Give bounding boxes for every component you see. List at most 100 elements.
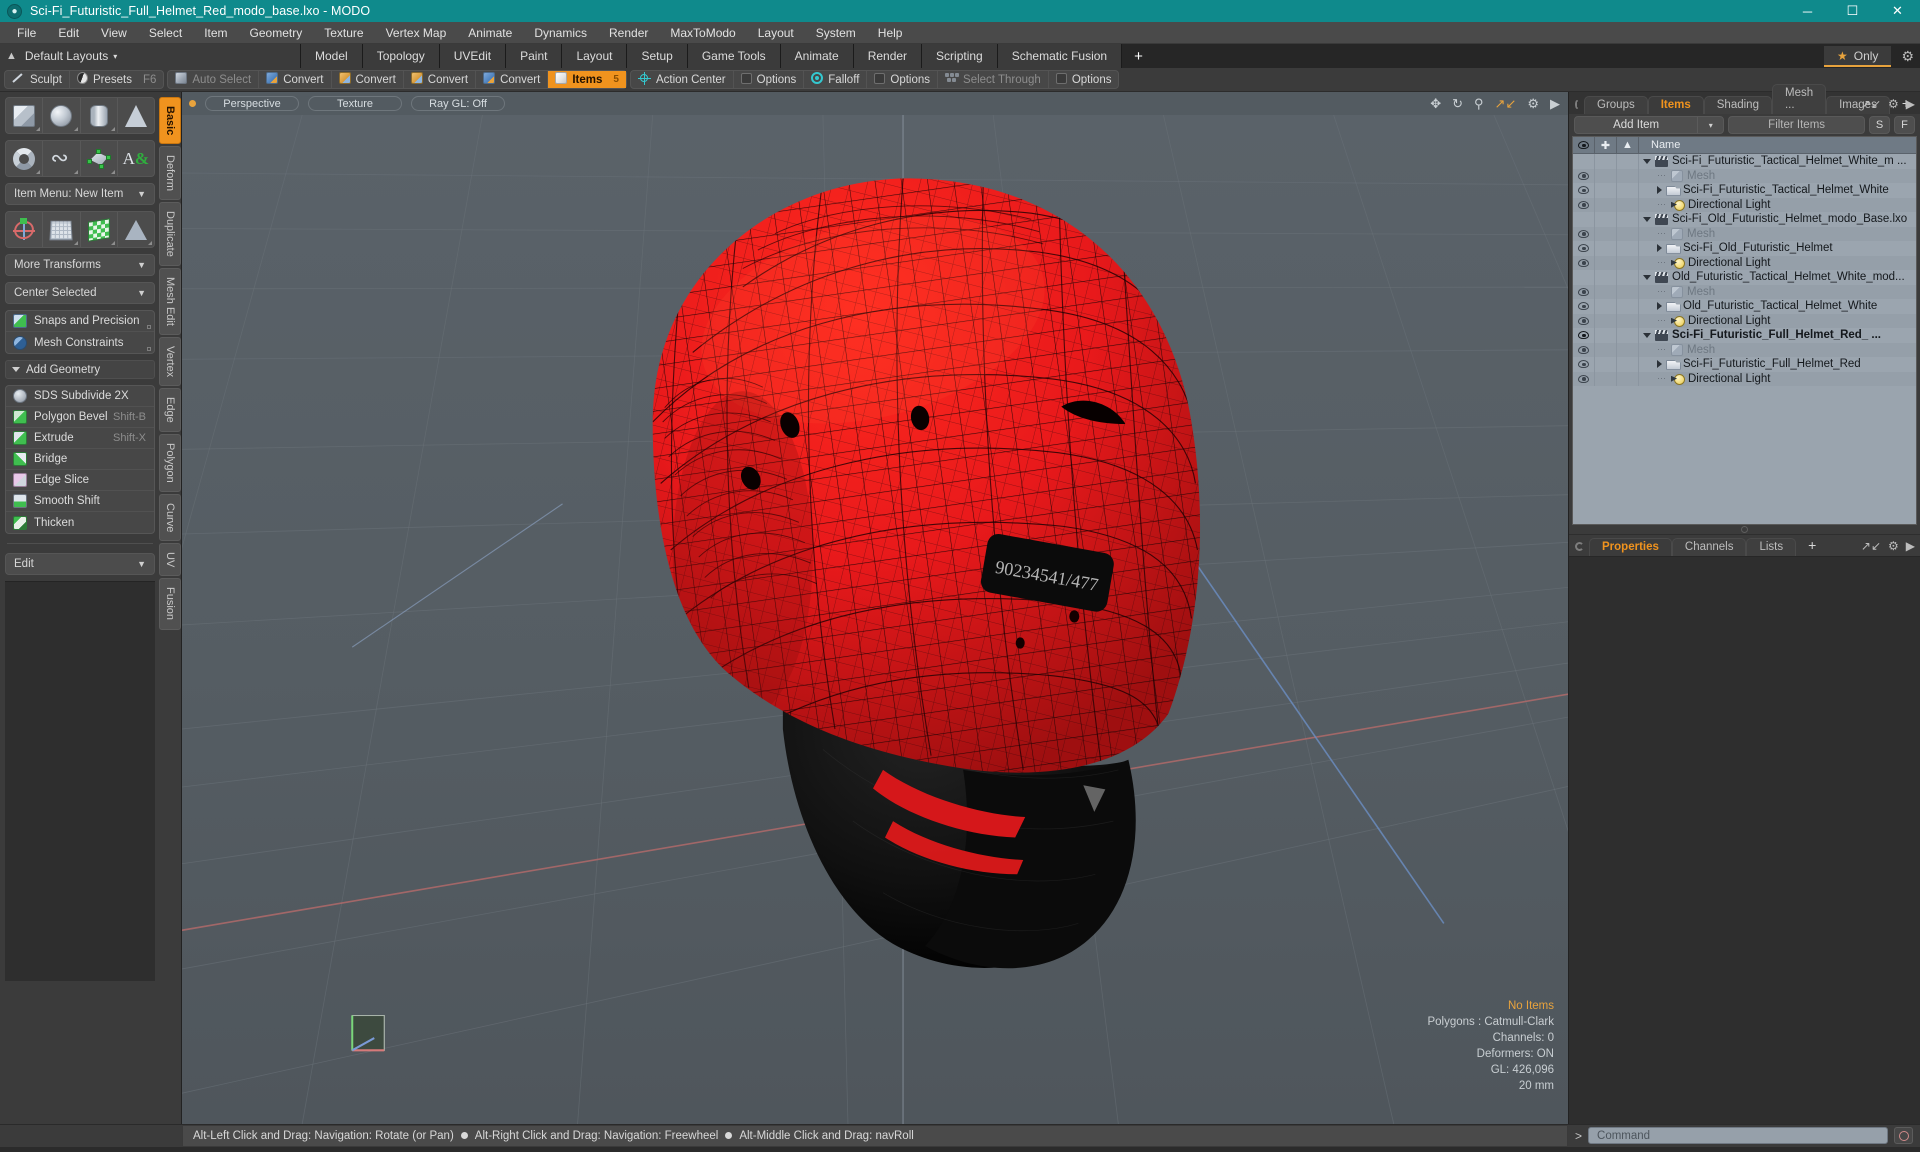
bottom-tab-lists[interactable]: Lists (1746, 538, 1797, 556)
items-tree-row[interactable]: ⋯ Mesh (1573, 168, 1916, 183)
menu-vertex-map[interactable]: Vertex Map (375, 22, 458, 44)
convert-button[interactable]: Convert (259, 71, 332, 88)
menu-texture[interactable]: Texture (313, 22, 374, 44)
sculpt-button[interactable]: Sculpt (5, 71, 70, 88)
row-name-cell[interactable]: Sci-Fi_Old_Futuristic_Helmet_modo_Base.l… (1639, 213, 1916, 225)
items-tree-row[interactable]: ⋯ Mesh (1573, 284, 1916, 299)
row-axis-cell[interactable] (1617, 255, 1639, 270)
row-add-cell[interactable] (1595, 241, 1617, 256)
record-icon[interactable] (1894, 1127, 1913, 1144)
gear-icon[interactable]: ⚙ (1527, 96, 1539, 112)
row-axis-cell[interactable] (1617, 168, 1639, 183)
zoom-icon[interactable]: ⚲ (1474, 96, 1484, 112)
row-add-cell[interactable] (1595, 357, 1617, 372)
chevron-down-icon[interactable] (1643, 332, 1651, 338)
gear-icon[interactable]: ⚙ (1901, 48, 1914, 65)
menu-maxtomodo[interactable]: MaxToModo (659, 22, 746, 44)
vertical-tab-uv[interactable]: UV (159, 543, 181, 577)
layout-tab-topology[interactable]: Topology (362, 44, 440, 68)
cube-primitive-button[interactable] (6, 98, 44, 133)
row-axis-cell[interactable] (1617, 357, 1639, 372)
chevron-right-icon[interactable] (1657, 186, 1662, 195)
chevron-down-icon[interactable] (1643, 158, 1651, 164)
items-tree-row[interactable]: Sci-Fi_Old_Futuristic_Helmet (1573, 241, 1916, 256)
row-add-cell[interactable] (1595, 212, 1617, 227)
viewport-canvas[interactable]: 90234541/477 No Items Polygons : Catmull… (182, 115, 1568, 1124)
row-axis-cell[interactable] (1617, 197, 1639, 212)
shading-mode-button[interactable]: Texture (308, 96, 402, 111)
menu-dynamics[interactable]: Dynamics (523, 22, 598, 44)
snaps-and-precision-button[interactable]: Snaps and Precision (6, 311, 154, 332)
center-selected-dropdown[interactable]: Center Selected ▼ (5, 282, 155, 304)
row-name-cell[interactable]: ⋯ Directional Light (1639, 199, 1916, 211)
options-button[interactable]: Options (1049, 71, 1119, 88)
bottom-panel-menu-icon[interactable] (1575, 542, 1584, 551)
row-add-cell[interactable] (1595, 313, 1617, 328)
vertical-tab-duplicate[interactable]: Duplicate (159, 202, 181, 267)
items-tree-row[interactable]: ⋯ Directional Light (1573, 197, 1916, 212)
vertical-tab-vertex[interactable]: Vertex (159, 337, 181, 387)
items-tree-row[interactable]: Sci-Fi_Old_Futuristic_Helmet_modo_Base.l… (1573, 212, 1916, 227)
menu-view[interactable]: View (90, 22, 138, 44)
row-visibility-toggle[interactable] (1573, 197, 1595, 212)
row-axis-cell[interactable] (1617, 371, 1639, 386)
bottom-tab-properties[interactable]: Properties (1589, 538, 1672, 556)
row-name-cell[interactable]: Sci-Fi_Futuristic_Full_Helmet_Red (1639, 358, 1916, 370)
row-axis-cell[interactable] (1617, 270, 1639, 285)
row-name-cell[interactable]: Sci-Fi_Futuristic_Tactical_Helmet_White (1639, 184, 1916, 196)
tab-items[interactable]: Items (1647, 96, 1704, 114)
polygon-tool-button[interactable] (81, 141, 118, 176)
row-add-cell[interactable] (1595, 342, 1617, 357)
maximize-button[interactable]: ☐ (1830, 0, 1875, 22)
expand-icon[interactable]: ↗↙ (1861, 539, 1881, 553)
row-name-cell[interactable]: ⋯ Mesh (1639, 285, 1916, 298)
only-toggle-button[interactable]: ★ Only (1823, 45, 1892, 67)
menu-layout[interactable]: Layout (747, 22, 805, 44)
chevron-right-icon[interactable]: ▶ (1906, 97, 1915, 111)
row-name-cell[interactable]: ⋯ Mesh (1639, 169, 1916, 182)
row-add-cell[interactable] (1595, 328, 1617, 343)
items-tree-row[interactable]: Old_Futuristic_Tactical_Helmet_White (1573, 299, 1916, 314)
row-name-cell[interactable]: ⋯ Directional Light (1639, 373, 1916, 385)
text-tool-button[interactable]: A& (118, 141, 154, 176)
row-axis-cell[interactable] (1617, 183, 1639, 198)
menu-select[interactable]: Select (138, 22, 193, 44)
axis-column-header[interactable]: ▲ (1617, 137, 1639, 154)
bend-tool-button[interactable] (43, 212, 81, 247)
layout-tab-uvedit[interactable]: UVEdit (439, 44, 507, 68)
items-tree-row[interactable]: ⋯ Mesh (1573, 226, 1916, 241)
bridge-button[interactable]: Bridge (6, 449, 154, 470)
row-visibility-toggle[interactable] (1573, 154, 1595, 169)
presets-button[interactable]: Presets F6 (70, 71, 163, 88)
layout-tab-model[interactable]: Model (300, 44, 363, 68)
sphere-primitive-button[interactable] (43, 98, 81, 133)
extrude-button[interactable]: Extrude Shift-X (6, 428, 154, 449)
row-axis-cell[interactable] (1617, 241, 1639, 256)
row-axis-cell[interactable] (1617, 299, 1639, 314)
row-visibility-toggle[interactable] (1573, 255, 1595, 270)
visibility-column-header[interactable] (1573, 137, 1595, 154)
bottom-tab-channels[interactable]: Channels (1671, 538, 1747, 556)
more-transforms-dropdown[interactable]: More Transforms ▼ (5, 254, 155, 276)
ray-gl-button[interactable]: Ray GL: Off (411, 96, 505, 111)
chevron-right-icon[interactable] (1657, 302, 1662, 311)
items-tree-row[interactable]: ⋯ Directional Light (1573, 371, 1916, 386)
pan-icon[interactable]: ✥ (1430, 96, 1441, 112)
edge-slice-button[interactable]: Edge Slice (6, 470, 154, 491)
menu-help[interactable]: Help (867, 22, 914, 44)
vertical-tab-edge[interactable]: Edge (159, 388, 181, 433)
row-add-cell[interactable] (1595, 168, 1617, 183)
row-add-cell[interactable] (1595, 183, 1617, 198)
chevron-right-icon[interactable] (1657, 360, 1662, 369)
row-add-cell[interactable] (1595, 284, 1617, 299)
row-visibility-toggle[interactable] (1573, 299, 1595, 314)
row-name-cell[interactable]: Old_Futuristic_Tactical_Helmet_White_mod… (1639, 271, 1916, 283)
vertical-tab-fusion[interactable]: Fusion (159, 578, 181, 630)
row-axis-cell[interactable] (1617, 328, 1639, 343)
vertical-tab-polygon[interactable]: Polygon (159, 434, 181, 492)
items-tree[interactable]: ✚ ▲ Name Sci-Fi_Futuristic_Tactical_Helm… (1572, 136, 1917, 525)
items-tree-row[interactable]: ⋯ Directional Light (1573, 255, 1916, 270)
row-visibility-toggle[interactable] (1573, 183, 1595, 198)
chevron-right-icon[interactable] (1657, 244, 1662, 253)
row-visibility-toggle[interactable] (1573, 371, 1595, 386)
